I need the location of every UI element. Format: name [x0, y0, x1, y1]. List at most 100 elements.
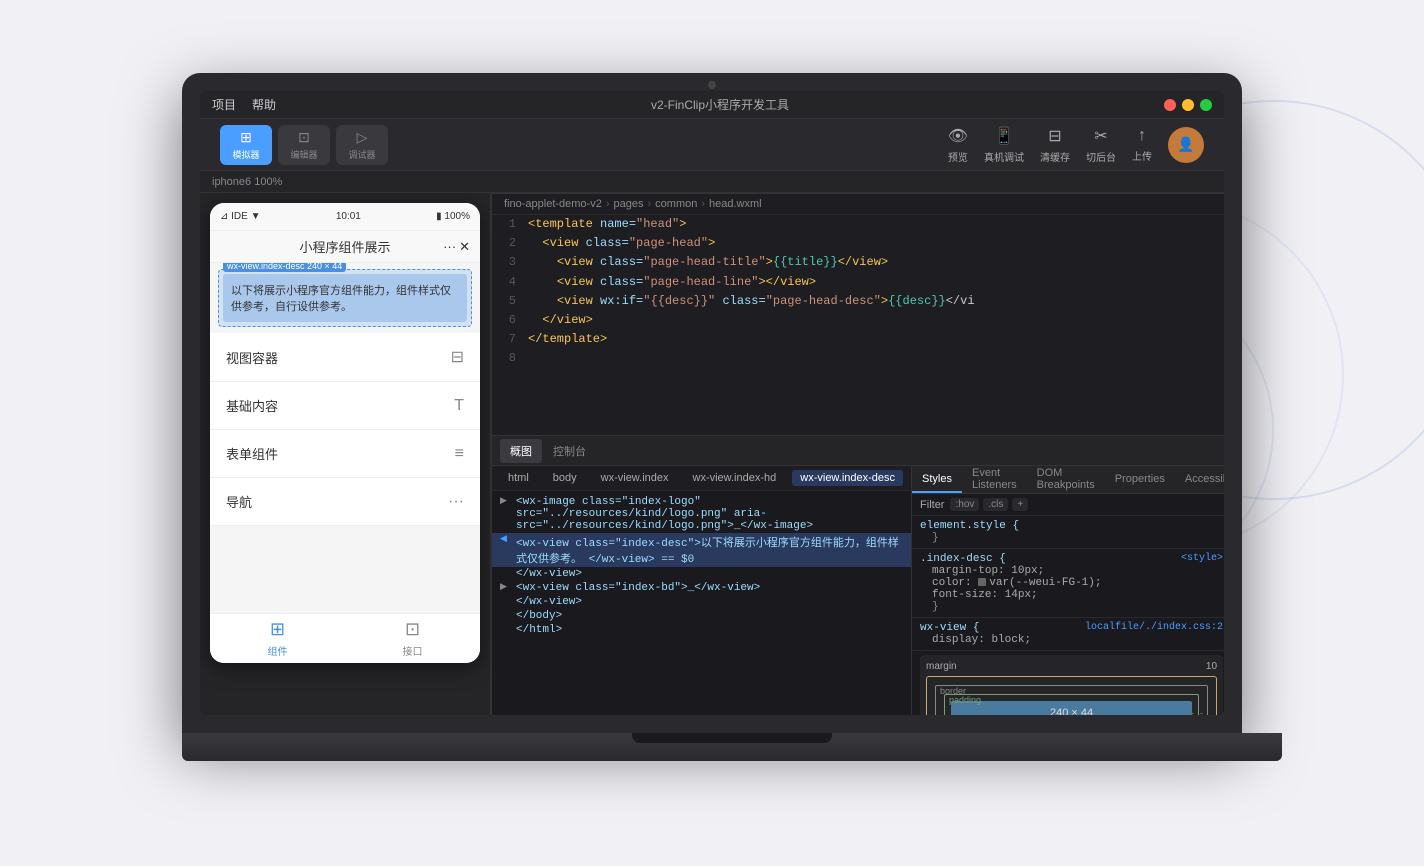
line-content: </view> [528, 311, 593, 330]
styles-tab-dom-breakpoints[interactable]: DOM Breakpoints [1027, 466, 1105, 493]
toolbar-right: 👁 预览 📱 真机调试 ⊟ 清缓存 ✂ 切后 [948, 126, 1204, 164]
laptop-screen: 项目 帮助 v2-FinClip小程序开发工具 ⊞ 模拟器 [200, 91, 1224, 715]
list-item-label: 基础内容 [226, 396, 278, 415]
nav-item-interface[interactable]: ⊡ 接口 [345, 614, 480, 663]
styles-selector: .index-desc { [920, 553, 1006, 565]
phone-battery: ▮ 100% [436, 211, 470, 222]
nav-item-components[interactable]: ⊞ 组件 [210, 614, 345, 663]
tool-simulator[interactable]: ⊞ 模拟器 [220, 125, 272, 165]
menu-help[interactable]: 帮助 [252, 96, 276, 113]
clearcache-label: 清缓存 [1040, 149, 1070, 164]
close-btn[interactable] [1164, 99, 1176, 111]
filter-tag-cls[interactable]: .cls [983, 498, 1008, 511]
html-content: </body> [516, 610, 562, 622]
code-editor[interactable]: 1 <template name="head"> 2 <view class="… [492, 215, 1224, 435]
html-view-container: html body wx-view.index wx-view.index-hd… [492, 466, 911, 715]
dom-tab-body[interactable]: body [545, 470, 585, 486]
simulator-icon: ⊞ [240, 129, 252, 146]
laptop-outer: 项目 帮助 v2-FinClip小程序开发工具 ⊞ 模拟器 [182, 73, 1242, 793]
html-line: ▶ <wx-image class="index-logo" src="../r… [492, 495, 911, 533]
filter-tag-plus[interactable]: + [1012, 498, 1028, 511]
preview-icon: 👁 [948, 126, 968, 146]
toolbar-left: ⊞ 模拟器 ⊡ 编辑器 ▷ 调试器 [220, 125, 388, 165]
breadcrumb-common: common [655, 198, 697, 210]
html-content-active: <wx-view class="index-desc">以下将展示小程序官方组件… [516, 534, 903, 566]
line-number: 7 [492, 330, 528, 349]
phone-bottom-nav: ⊞ 组件 ⊡ 接口 [210, 613, 480, 663]
list-item-form[interactable]: 表单组件 ≡ [210, 430, 480, 478]
list-item-basic[interactable]: 基础内容 T [210, 382, 480, 430]
action-upload[interactable]: ↑ 上传 [1132, 127, 1152, 163]
styles-prop: font-size: 14px; [920, 589, 1223, 601]
box-model-labels: margin 10 [926, 661, 1217, 672]
filter-tag-hov[interactable]: :hov [950, 498, 979, 511]
tool-debug[interactable]: ▷ 调试器 [336, 125, 388, 165]
bottom-tab-overview[interactable]: 概图 [500, 439, 542, 463]
line-number: 8 [492, 349, 528, 368]
styles-prop: display: block; [920, 634, 1223, 646]
line-content: <view class="page-head-title">{{title}}<… [528, 253, 888, 272]
minimize-btn[interactable] [1182, 99, 1194, 111]
code-line: 4 <view class="page-head-line"></view> [492, 273, 1224, 292]
styles-tab-event-listeners[interactable]: Event Listeners [962, 466, 1027, 493]
breadcrumb-file: head.wxml [709, 198, 762, 210]
debug-icon: ▷ [357, 129, 368, 146]
html-view: ▶ <wx-image class="index-logo" src="../r… [492, 491, 911, 715]
bottom-tab-console[interactable]: 控制台 [543, 439, 596, 463]
styles-tab-styles[interactable]: Styles [912, 466, 962, 493]
laptop-camera [708, 81, 716, 89]
sep: › [606, 198, 610, 210]
menu-project[interactable]: 项目 [212, 96, 236, 113]
box-content: 240 × 44 [951, 701, 1192, 715]
styles-prop: color: var(--weui-FG-1); [920, 577, 1223, 589]
laptop-base [182, 733, 1282, 761]
phone-time: 10:01 [336, 211, 361, 222]
dom-tab-wx-view-index-hd[interactable]: wx-view.index-hd [685, 470, 785, 486]
styles-tab-properties[interactable]: Properties [1105, 466, 1175, 493]
filter-tags: :hov .cls + [950, 498, 1028, 511]
padding-label: padding [949, 695, 981, 705]
box-margin: border - padding - 240 × 44 [926, 676, 1217, 715]
line-number: 6 [492, 311, 528, 330]
cutbackend-icon: ✂ [1094, 126, 1107, 146]
phone-title-actions[interactable]: ··· ✕ [443, 239, 470, 255]
tool-editor[interactable]: ⊡ 编辑器 [278, 125, 330, 165]
styles-rule-index-desc: .index-desc { <style> margin-top: 10px; … [912, 549, 1224, 618]
maximize-btn[interactable] [1200, 99, 1212, 111]
code-line: 2 <view class="page-head"> [492, 234, 1224, 253]
cutbackend-label: 切后台 [1086, 149, 1116, 164]
component-highlight: wx-view.index-desc 240 × 44 以下将展示小程序官方组件… [218, 269, 472, 327]
html-line-active: ◀ <wx-view class="index-desc">以下将展示小程序官方… [492, 533, 911, 567]
action-preview[interactable]: 👁 预览 [948, 126, 968, 164]
dom-tab-wx-view-index-desc[interactable]: wx-view.index-desc [792, 470, 903, 486]
upload-label: 上传 [1132, 148, 1152, 163]
styles-selector: element.style { [920, 520, 1223, 532]
list-item-label: 表单组件 [226, 444, 278, 463]
dom-tab-html[interactable]: html [500, 470, 537, 486]
code-line: 5 <view wx:if="{{desc}}" class="page-hea… [492, 292, 1224, 311]
editor-area: · README.md {} project.config.json ■ foo… [492, 193, 1224, 715]
list-item-nav[interactable]: 导航 ··· [210, 478, 480, 526]
styles-tab-accessibility[interactable]: Accessibility [1175, 466, 1224, 493]
list-item-icon: ··· [448, 493, 464, 511]
list-item-views[interactable]: 视图容器 ⊟ [210, 333, 480, 382]
code-line: 6 </view> [492, 311, 1224, 330]
action-realtest[interactable]: 📱 真机调试 [984, 126, 1024, 164]
html-content: <wx-view class="index-bd">_</wx-view> [516, 582, 760, 594]
dom-tab-wx-view-index[interactable]: wx-view.index [593, 470, 677, 486]
action-clearcache[interactable]: ⊟ 清缓存 [1040, 126, 1070, 164]
list-item-icon: ≡ [455, 445, 464, 463]
breadcrumb-pages: pages [614, 198, 644, 210]
styles-close: } [920, 601, 1223, 613]
phone-title-bar: 小程序组件展示 ··· ✕ [210, 231, 480, 263]
debug-label: 调试器 [348, 148, 375, 161]
editor-icon: ⊡ [298, 129, 310, 146]
action-cutbackend[interactable]: ✂ 切后台 [1086, 126, 1116, 164]
nav-icon-components: ⊞ [270, 619, 285, 640]
line-number: 3 [492, 253, 528, 272]
line-content: <template name="head"> [528, 215, 686, 234]
margin-value: 10 [1206, 661, 1217, 672]
avatar-button[interactable]: 👤 [1168, 127, 1204, 163]
html-line: </html> [492, 623, 911, 637]
styles-rule-element: element.style { } [912, 516, 1224, 549]
